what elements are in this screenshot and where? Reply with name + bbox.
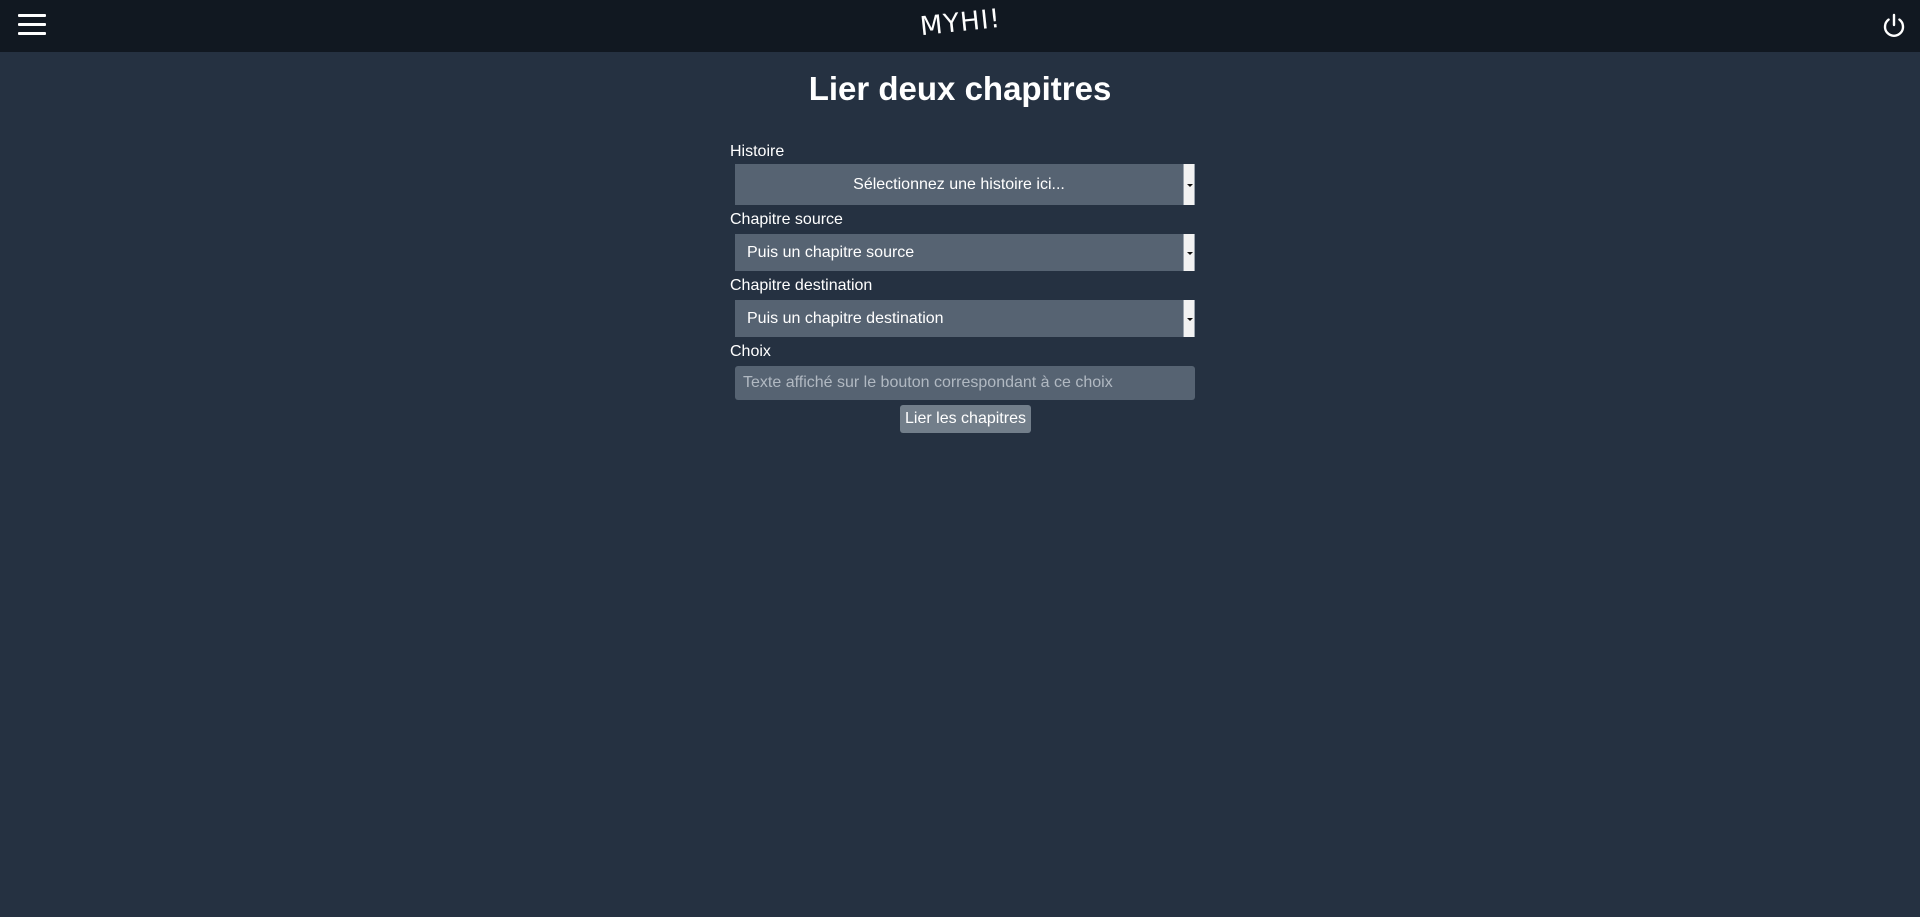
dropdown-arrow-icon[interactable]: [1183, 234, 1195, 271]
dropdown-arrow-icon[interactable]: [1183, 164, 1195, 205]
story-label: Histoire: [730, 143, 785, 160]
power-icon-graphic: [1883, 13, 1905, 37]
link-chapters-button[interactable]: Lier les chapitres: [900, 405, 1031, 433]
link-chapters-form: Histoire Sélectionnez une histoire ici..…: [730, 142, 1196, 433]
page-title: Lier deux chapitres: [808, 70, 1112, 107]
story-select[interactable]: Sélectionnez une histoire ici...: [735, 164, 1195, 205]
top-navigation-bar: MYHI!: [0, 0, 1920, 52]
story-select-value: Sélectionnez une histoire ici...: [853, 176, 1065, 193]
app-logo[interactable]: MYHI!: [0, 4, 1920, 42]
source-chapter-select-value: Puis un chapitre source: [747, 244, 915, 261]
choice-label: Choix: [730, 343, 771, 360]
app-logo-text: MYHI!: [918, 3, 1002, 43]
dropdown-arrow-icon[interactable]: [1183, 300, 1195, 337]
source-chapter-select[interactable]: Puis un chapitre source: [735, 234, 1195, 271]
destination-chapter-select[interactable]: Puis un chapitre destination: [735, 300, 1195, 337]
choice-text-input[interactable]: [735, 366, 1195, 400]
power-icon[interactable]: [1880, 12, 1908, 40]
submit-row: Lier les chapitres: [730, 405, 1196, 433]
destination-chapter-label: Chapitre destination: [730, 277, 873, 294]
destination-chapter-select-value: Puis un chapitre destination: [747, 310, 944, 327]
source-chapter-label: Chapitre source: [730, 211, 843, 228]
